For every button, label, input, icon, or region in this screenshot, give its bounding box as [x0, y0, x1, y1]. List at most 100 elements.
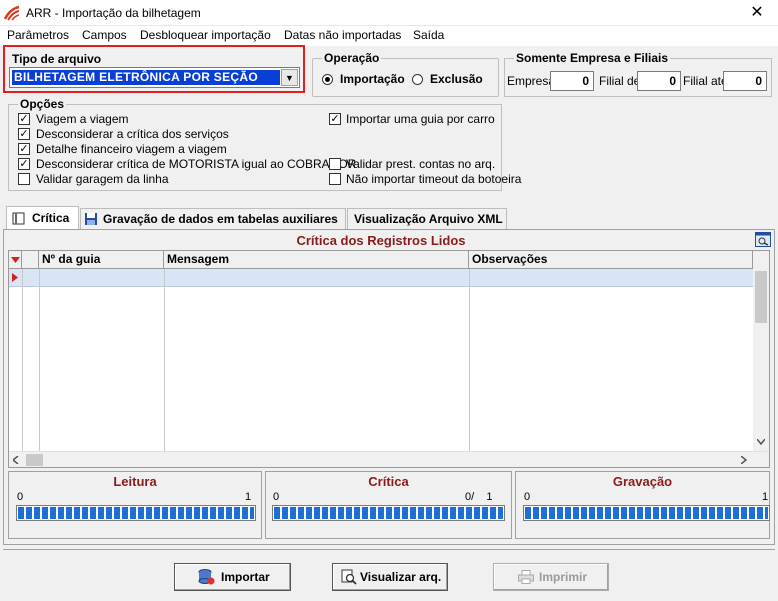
menu-saida[interactable]: Saída: [413, 28, 444, 42]
progress-max: 0/ 1: [465, 491, 493, 503]
chevron-left-icon[interactable]: [13, 456, 19, 464]
vertical-scrollbar[interactable]: [753, 251, 769, 451]
column-header-mensagem[interactable]: Mensagem: [164, 251, 469, 269]
grid-line: [469, 269, 470, 454]
progress-critica: Crítica 0 0/ 1: [265, 471, 512, 539]
progress-max: 1: [762, 491, 769, 503]
option-label: Desconsiderar a crítica dos serviços: [36, 127, 229, 141]
row-pointer-icon: [12, 273, 18, 282]
preview-icon[interactable]: [755, 232, 771, 247]
imprimir-label: Imprimir: [539, 570, 588, 584]
chevron-right-icon[interactable]: [741, 456, 747, 464]
checkbox-desconsiderar-motorista-cobrador[interactable]: ✓: [18, 158, 30, 170]
column-header-observacoes[interactable]: Observações: [469, 251, 753, 269]
sort-down-icon: [11, 257, 20, 263]
tab-label: Crítica: [32, 211, 70, 225]
progress-max: 1: [245, 491, 252, 503]
exclusao-label: Exclusão: [430, 72, 483, 86]
filial-ate-label: Filial até: [683, 74, 728, 88]
tipo-arquivo-value: BILHETAGEM ELETRÔNICA POR SEÇÃO: [12, 70, 280, 85]
close-icon[interactable]: ✕: [745, 2, 769, 24]
printer-icon: [518, 570, 534, 584]
option-label: Validar garagem da linha: [36, 172, 169, 186]
progress-bar: [523, 505, 770, 521]
tab-label: Visualização Arquivo XML: [354, 212, 503, 226]
empresa-filiais-label: Somente Empresa e Filiais: [514, 51, 671, 65]
tab-label: Gravação de dados em tabelas auxiliares: [103, 212, 338, 226]
tipo-arquivo-select[interactable]: BILHETAGEM ELETRÔNICA POR SEÇÃO ▼: [9, 67, 300, 88]
menu-campos[interactable]: Campos: [82, 28, 127, 42]
option-label: Detalhe financeiro viagem a viagem: [36, 142, 227, 156]
menu-desbloquear-importacao[interactable]: Desbloquear importação: [140, 28, 271, 42]
tab-visualizacao-xml[interactable]: Visualização Arquivo XML: [347, 208, 507, 230]
column-header-guia[interactable]: Nº da guia: [39, 251, 164, 269]
book-icon: [12, 212, 25, 225]
horizontal-scrollbar[interactable]: [9, 451, 769, 467]
importar-button[interactable]: Importar: [174, 563, 291, 591]
grid-header-spacer: [22, 251, 39, 269]
imprimir-button[interactable]: Imprimir: [493, 563, 609, 591]
visualizar-arq-button[interactable]: Visualizar arq.: [332, 563, 448, 591]
filial-de-input[interactable]: 0: [637, 71, 681, 91]
grid-corner: [9, 251, 22, 269]
chevron-down-icon[interactable]: [757, 439, 765, 445]
menu-datas-nao-importadas[interactable]: Datas não importadas: [284, 28, 401, 42]
progress-fill: [274, 507, 503, 519]
checkbox-desconsiderar-critica-servicos[interactable]: ✓: [18, 128, 30, 140]
progress-bar: [16, 505, 256, 521]
option-label: Validar prest. contas no arq.: [346, 157, 496, 171]
progress-min: 0: [17, 491, 24, 503]
option-label: Desconsiderar crítica de MOTORISTA igual…: [36, 157, 357, 171]
progress-title: Crítica: [368, 474, 409, 489]
empresa-label: Empresa: [507, 74, 556, 88]
empresa-input[interactable]: 0: [550, 71, 594, 91]
menu-parametros[interactable]: Parâmetros: [7, 28, 69, 42]
checkbox-validar-prest-contas[interactable]: [329, 158, 341, 170]
chevron-down-icon[interactable]: ▼: [281, 69, 298, 86]
checkbox-validar-garagem[interactable]: [18, 173, 30, 185]
progress-fill: [525, 507, 768, 519]
tipo-arquivo-label: Tipo de arquivo: [12, 52, 102, 66]
tab-critica[interactable]: Crítica: [6, 206, 79, 230]
progress-min: 0: [524, 491, 531, 503]
scrollbar-thumb[interactable]: [755, 271, 767, 323]
tab-gravacao-dados[interactable]: Gravação de dados em tabelas auxiliares: [80, 208, 346, 230]
checkbox-detalhe-financeiro[interactable]: ✓: [18, 143, 30, 155]
grid-title: Crítica dos Registros Lidos: [296, 233, 466, 248]
operacao-label: Operação: [322, 51, 382, 65]
progress-gravacao: Gravação 0 1: [515, 471, 770, 539]
importacao-label: Importação: [340, 72, 405, 86]
database-icon: [198, 569, 215, 585]
menu-bar: Parâmetros Campos Desbloquear importação…: [0, 26, 778, 46]
importar-label: Importar: [221, 570, 270, 584]
checkbox-viagem-a-viagem[interactable]: ✓: [18, 113, 30, 125]
scrollbar-thumb[interactable]: [26, 454, 43, 466]
grid-line: [39, 269, 40, 454]
radio-importacao[interactable]: [322, 74, 333, 85]
floppy-disk-icon: [85, 213, 97, 225]
window-title: ARR - Importação da bilhetagem: [26, 6, 201, 20]
option-label: Importar uma guia por carro: [346, 112, 495, 126]
progress-title: Leitura: [113, 474, 157, 489]
grid-line: [164, 269, 165, 454]
checkbox-importar-guia-por-carro[interactable]: ✓: [329, 113, 341, 125]
checkbox-nao-importar-timeout[interactable]: [329, 173, 341, 185]
critica-grid[interactable]: Nº da guia Mensagem Observações: [8, 250, 770, 468]
progress-fill: [18, 507, 254, 519]
table-row[interactable]: [9, 269, 753, 287]
radio-exclusao[interactable]: [412, 74, 423, 85]
option-label: Viagem a viagem: [36, 112, 129, 126]
title-bar: ARR - Importação da bilhetagem ✕: [0, 0, 778, 26]
grid-line: [22, 269, 23, 454]
progress-leitura: Leitura 0 1: [8, 471, 262, 539]
filial-ate-input[interactable]: 0: [723, 71, 767, 91]
option-label: Não importar timeout da botoeira: [346, 172, 522, 186]
filial-de-label: Filial de: [599, 74, 641, 88]
progress-title: Gravação: [612, 474, 673, 489]
app-logo-icon: [4, 5, 20, 21]
visualizar-label: Visualizar arq.: [360, 570, 442, 584]
progress-min: 0: [273, 491, 280, 503]
opcoes-label: Opções: [18, 97, 67, 111]
magnifier-icon: [341, 569, 357, 585]
progress-bar: [272, 505, 505, 521]
